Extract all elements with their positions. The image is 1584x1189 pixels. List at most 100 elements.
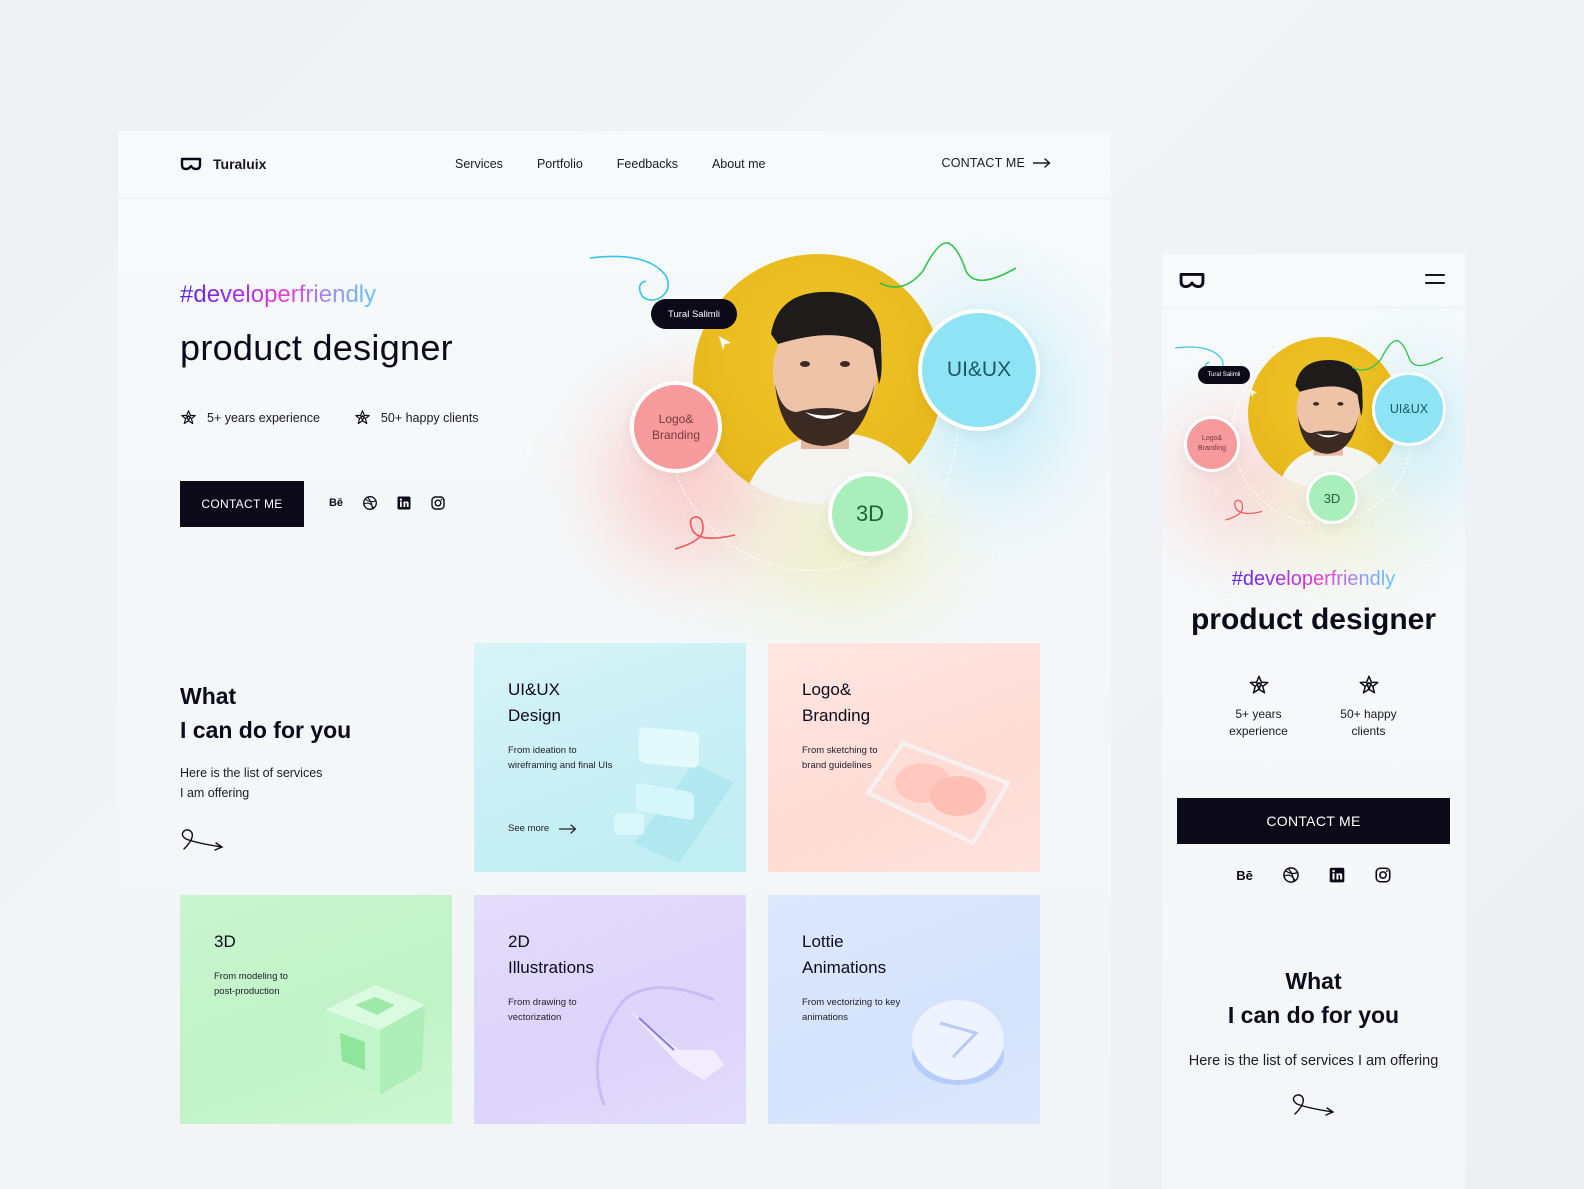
hero-contact-button[interactable]: CONTACT ME — [1177, 798, 1450, 844]
stat-label: 5+ years experience — [207, 410, 320, 425]
stat-line: 5+ years — [1235, 707, 1282, 721]
heading-line: What — [180, 683, 237, 709]
nav-link-about-me[interactable]: About me — [712, 157, 766, 171]
linkedin-icon[interactable] — [1328, 866, 1346, 884]
goggles-logo-icon — [1179, 272, 1205, 289]
red-squiggle-decoration — [674, 516, 736, 550]
card-title: Lottie Animations — [802, 929, 886, 981]
service-card-3d[interactable]: 3D From modeling to post-production — [180, 895, 452, 1124]
nav-link-services[interactable]: Services — [455, 157, 503, 171]
card-title: 3D — [214, 932, 236, 951]
arrow-right-icon — [1033, 158, 1051, 168]
card-description: From vectorizing to key animations — [802, 995, 922, 1025]
dribbble-icon[interactable] — [362, 495, 378, 511]
phone-3d-illustration — [614, 727, 734, 863]
bubble-3d: 3D — [828, 472, 912, 556]
desktop-page-preview: Turaluix Services Portfolio Feedbacks Ab… — [118, 131, 1111, 1189]
bubble-line: Branding — [1197, 445, 1227, 452]
dribbble-icon[interactable] — [1282, 866, 1300, 884]
hashtag-text: #developerfriendly — [180, 281, 377, 308]
heading-line: I can do for you — [180, 717, 352, 743]
nav-link-portfolio[interactable]: Portfolio — [537, 157, 583, 171]
services-intro: What I can do for you Here is the list o… — [180, 679, 351, 853]
linkedin-icon[interactable] — [396, 495, 412, 511]
hero-stats: 5+ years experience 50+ happy clients — [180, 409, 479, 426]
stat-experience: 5+ years experience — [180, 409, 320, 426]
subtitle-line: I am offering — [180, 786, 250, 800]
heading-line: I can do for you — [1227, 1002, 1400, 1028]
star-icon — [1249, 675, 1268, 694]
bubble-3d: 3D — [1306, 472, 1358, 524]
stat-line: experience — [1229, 724, 1288, 738]
name-tag: Tural Salimli — [651, 299, 737, 329]
hero-hashtag: #developerfriendly — [180, 281, 376, 309]
hero-stats: 5+ years experience 50+ happy clients — [1162, 674, 1465, 740]
card-title: Logo& Branding — [802, 677, 870, 729]
bubble-line: Branding — [651, 428, 701, 442]
hamburger-menu-icon[interactable] — [1425, 274, 1445, 288]
stat-clients: 50+ happy clients — [1334, 674, 1404, 740]
title-line: Lottie — [802, 932, 844, 951]
green-squiggle-decoration — [879, 242, 1017, 288]
loop-arrow-icon — [1292, 1094, 1334, 1116]
nav-contact-link[interactable]: CONTACT ME — [942, 156, 1051, 170]
star-icon — [355, 410, 370, 425]
menu-bar — [1425, 274, 1445, 276]
service-card-uiux[interactable]: UI&UX Design From ideation to wireframing … — [474, 643, 746, 872]
desc-line: From modeling to — [214, 971, 288, 982]
title-line: Animations — [802, 958, 887, 977]
bubble-logo-branding: Logo& Branding — [630, 381, 722, 473]
stat-line: clients — [1351, 724, 1386, 738]
title-line: UI&UX — [508, 680, 560, 699]
card-description: From modeling to post-production — [214, 969, 334, 999]
nav-link-feedbacks[interactable]: Feedbacks — [617, 157, 678, 171]
services-subtitle: Here is the list of services I am offeri… — [180, 763, 351, 803]
hero-title: product designer — [180, 327, 453, 368]
main-menu: Services Portfolio Feedbacks About me — [455, 157, 765, 171]
services-heading: What I can do for you — [1162, 964, 1465, 1032]
stat-label: 50+ happy clients — [1340, 706, 1396, 740]
star-icon — [1359, 675, 1378, 694]
card-description: From sketching to brand guidelines — [802, 743, 922, 773]
card-description: From drawing to vectorization — [508, 995, 628, 1025]
menu-bar — [1425, 282, 1445, 284]
mobile-navbar — [1162, 254, 1465, 308]
name-tag: Tural Salimli — [1198, 366, 1250, 384]
desc-line: animations — [802, 1012, 848, 1023]
nav-contact-label: CONTACT ME — [941, 156, 1025, 170]
hero-illustration: Tural Salimli UI&UX Logo& Branding 3D — [1162, 324, 1465, 554]
title-line: 2D — [508, 932, 530, 951]
services-heading: What I can do for you — [180, 679, 351, 747]
loop-arrow-icon — [181, 829, 224, 851]
see-more-link[interactable]: See more — [508, 823, 577, 834]
bubble-uiux: UI&UX — [918, 309, 1040, 431]
instagram-icon[interactable] — [1374, 866, 1392, 884]
brand-logo[interactable]: Turaluix — [180, 156, 266, 172]
desc-line: From vectorizing to key — [802, 997, 901, 1008]
hero-hashtag: #developerfriendly — [1162, 568, 1465, 591]
instagram-icon[interactable] — [430, 495, 446, 511]
cube-3d-illustration — [325, 985, 425, 1095]
behance-icon[interactable]: Bē — [328, 495, 344, 511]
stat-clients: 50+ happy clients — [354, 409, 479, 426]
hero-contact-button[interactable]: CONTACT ME — [180, 481, 304, 527]
title-line: Illustrations — [508, 958, 594, 977]
title-line: Branding — [802, 706, 871, 725]
red-squiggle-decoration — [1225, 499, 1263, 521]
desc-line: brand guidelines — [802, 760, 872, 771]
card-title: UI&UX Design — [508, 677, 561, 729]
desc-line: vectorization — [508, 1012, 562, 1023]
desc-line: post-production — [214, 986, 280, 997]
goggles-logo-icon — [180, 157, 202, 171]
service-card-lottie-animations[interactable]: Lottie Animations From vectorizing to key… — [768, 895, 1040, 1124]
desc-line: From sketching to — [802, 745, 878, 756]
bubble-line: Logo& — [658, 412, 694, 426]
brand-name: Turaluix — [213, 156, 267, 172]
brand-logo[interactable] — [1178, 272, 1206, 289]
service-card-2d-illustrations[interactable]: 2D Illustrations From drawing to vectoriza… — [474, 895, 746, 1124]
desktop-navbar: Turaluix Services Portfolio Feedbacks Ab… — [118, 131, 1111, 199]
service-card-logo-branding[interactable]: Logo& Branding From sketching to brand gui… — [768, 643, 1040, 872]
card-title: 2D Illustrations — [508, 929, 594, 981]
behance-icon[interactable]: Bē — [1236, 866, 1254, 884]
desc-line: From drawing to — [508, 997, 577, 1008]
